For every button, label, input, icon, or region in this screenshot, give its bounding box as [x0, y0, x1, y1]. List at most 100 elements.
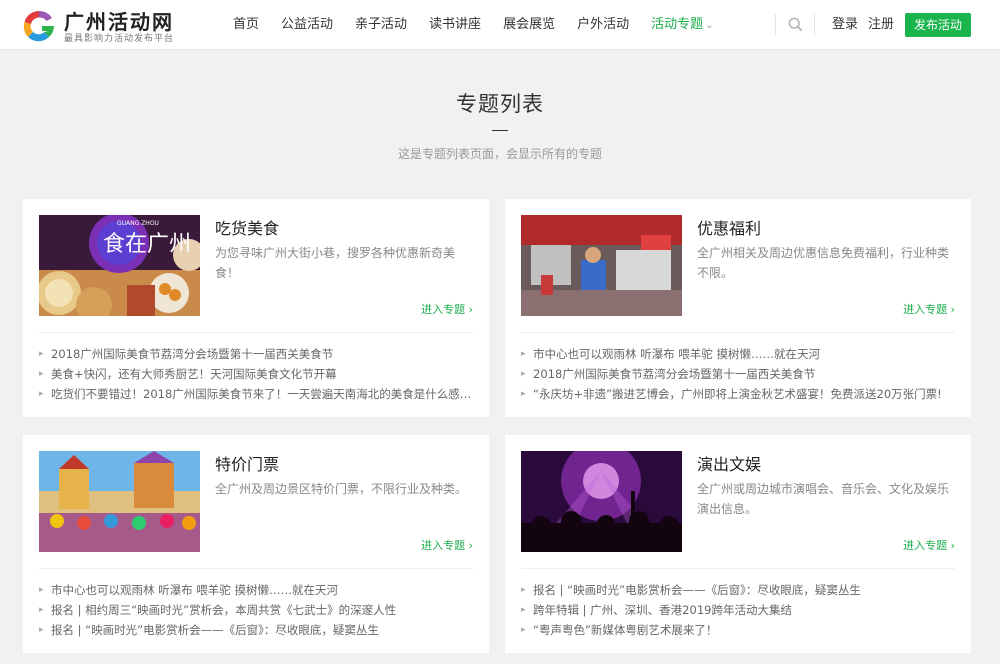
caret-right-icon: ▸ [39, 605, 44, 615]
list-item[interactable]: ▸ “粤声粤色”新媒体粤剧艺术展来了！ [521, 620, 955, 640]
nav-item-topics[interactable]: 活动专题 ⌄ [640, 0, 724, 50]
nav-item-outdoor[interactable]: 户外活动 [566, 0, 640, 50]
nav-item-topics-label: 活动专题 [651, 17, 704, 32]
topic-card-tickets: 特价门票 全广州及周边景区特价门票，不限行业及种类。 进入专题 › ▸ 市中心也可… [23, 435, 489, 653]
main-nav: 首页 公益活动 亲子活动 读书讲座 展会展览 户外活动 活动专题 ⌄ [222, 0, 725, 50]
food-photo: 食在广州 GUANG ZHOU [39, 215, 200, 316]
topic-description: 为您寻味广州大街小巷，搜罗各种优惠新奇美食！ [215, 246, 456, 280]
enter-topic-label: 进入专题 [421, 539, 466, 552]
caret-right-icon: ▸ [521, 349, 526, 359]
chevron-right-icon: › [950, 539, 955, 552]
topic-article-list: ▸ 市中心也可以观雨林 听瀑布 喂羊驼 摸树懒……就在天河 ▸ 报名 | 相约周三“… [39, 580, 473, 640]
list-item-text: 美食+快闪，还有大师秀厨艺！天河国际美食文化节开幕 [51, 367, 337, 381]
search-icon [788, 17, 803, 32]
topic-image-welfare[interactable] [521, 215, 682, 316]
list-item-text: 2018广州国际美食节荔湾分会场暨第十一届西关美食节 [533, 367, 816, 381]
register-link[interactable]: 注册 [868, 0, 894, 50]
enter-topic-link[interactable]: 进入专题 › [903, 537, 955, 553]
caret-right-icon: ▸ [521, 585, 526, 595]
list-item[interactable]: ▸ 吃货们不要错过！2018广州国际美食节来了！一天尝遍天南海北的美食是什么感觉.… [39, 384, 473, 404]
nav-item-exhibition[interactable]: 展会展览 [492, 0, 566, 50]
chevron-right-icon: › [468, 539, 473, 552]
topic-title[interactable]: 特价门票 [215, 451, 279, 475]
caret-right-icon: ▸ [39, 389, 44, 399]
shopping-photo [521, 215, 682, 316]
caret-right-icon: ▸ [521, 389, 526, 399]
enter-topic-link[interactable]: 进入专题 › [903, 301, 955, 317]
caret-right-icon: ▸ [521, 369, 526, 379]
list-item[interactable]: ▸ 报名 | “映画时光”电影赏析会——《后窗》：尽收眼底，疑窦丛生 [39, 620, 473, 640]
caret-right-icon: ▸ [521, 605, 526, 615]
topic-title[interactable]: 吃货美食 [215, 215, 279, 239]
card-divider [39, 332, 473, 333]
publish-event-button[interactable]: 发布活动 [905, 13, 971, 37]
topic-article-list: ▸ 市中心也可以观雨林 听瀑布 喂羊驼 摸树懒……就在天河 ▸ 2018广州国际美食… [521, 344, 955, 404]
list-item-text: 报名 | “映画时光”电影赏析会——《后窗》：尽收眼底，疑窦丛生 [533, 583, 861, 597]
concert-photo [521, 451, 682, 552]
list-item-text: 2018广州国际美食节荔湾分会场暨第十一届西关美食节 [51, 347, 334, 361]
caret-right-icon: ▸ [39, 349, 44, 359]
list-item[interactable]: ▸ 市中心也可以观雨林 听瀑布 喂羊驼 摸树懒……就在天河 [521, 344, 955, 364]
title-divider [492, 130, 508, 131]
login-link[interactable]: 登录 [832, 0, 858, 50]
topic-card-performance: 演出文娱 全广州或周边城市演唱会、音乐会、文化及娱乐演出信息。 进入专题 › ▸… [505, 435, 971, 653]
list-item[interactable]: ▸ 报名 | “映画时光”电影赏析会——《后窗》：尽收眼底，疑窦丛生 [521, 580, 955, 600]
nav-item-family[interactable]: 亲子活动 [344, 0, 418, 50]
list-item[interactable]: ▸ 跨年特辑 | 广州、深圳、香港2019跨年活动大集结 [521, 600, 955, 620]
theme-park-photo [39, 451, 200, 552]
page-head: 专题列表 这是专题列表页面，会显示所有的专题 [0, 88, 1000, 162]
enter-topic-label: 进入专题 [421, 303, 466, 316]
card-divider [39, 568, 473, 569]
list-item-text: 市中心也可以观雨林 听瀑布 喂羊驼 摸树懒……就在天河 [51, 583, 338, 597]
list-item-text: 报名 | 相约周三“映画时光”赏析会，本周共赏《七武士》的深邃人性 [51, 603, 397, 617]
caret-right-icon: ▸ [521, 625, 526, 635]
site-logo[interactable]: 广州活动网 最具影响力活动发布平台 [22, 7, 202, 44]
topic-article-list: ▸ 报名 | “映画时光”电影赏析会——《后窗》：尽收眼底，疑窦丛生 ▸ 跨年特辑 … [521, 580, 955, 640]
nav-item-home[interactable]: 首页 [222, 0, 270, 50]
list-item[interactable]: ▸ 2018广州国际美食节荔湾分会场暨第十一届西关美食节 [39, 344, 473, 364]
logo-slogan: 最具影响力活动发布平台 [64, 34, 175, 44]
list-item[interactable]: ▸ 美食+快闪，还有大师秀厨艺！天河国际美食文化节开幕 [39, 364, 473, 384]
chevron-down-icon: ⌄ [705, 20, 714, 31]
list-item-text: “永庆坊+非遗”搬进艺博会，广州即将上演金秋艺术盛宴！免费派送20万张门票! [533, 387, 942, 401]
logo-mark-icon [23, 10, 54, 42]
list-item-text: 报名 | “映画时光”电影赏析会——《后窗》：尽收眼底，疑窦丛生 [51, 623, 379, 637]
list-item-text: 市中心也可以观雨林 听瀑布 喂羊驼 摸树懒……就在天河 [533, 347, 820, 361]
food-image-caption: 食在广州 [103, 232, 191, 257]
topic-description: 全广州及周边景区特价门票，不限行业及种类。 [215, 482, 468, 496]
topic-title[interactable]: 演出文娱 [697, 451, 761, 475]
enter-topic-link[interactable]: 进入专题 › [421, 301, 473, 317]
caret-right-icon: ▸ [39, 625, 44, 635]
list-item[interactable]: ▸ “永庆坊+非遗”搬进艺博会，广州即将上演金秋艺术盛宴！免费派送20万张门票! [521, 384, 955, 404]
list-item[interactable]: ▸ 2018广州国际美食节荔湾分会场暨第十一届西关美食节 [521, 364, 955, 384]
chevron-right-icon: › [468, 303, 473, 316]
card-divider [521, 568, 955, 569]
food-image-caption-small: GUANG ZHOU [117, 220, 159, 227]
enter-topic-link[interactable]: 进入专题 › [421, 537, 473, 553]
topic-article-list: ▸ 2018广州国际美食节荔湾分会场暨第十一届西关美食节 ▸ 美食+快闪，还有大师秀… [39, 344, 473, 404]
page-title: 专题列表 [456, 92, 544, 116]
topic-title[interactable]: 优惠福利 [697, 215, 761, 239]
topic-image-performance[interactable] [521, 451, 682, 552]
topic-image-food[interactable]: 食在广州 GUANG ZHOU [39, 215, 200, 316]
list-item[interactable]: ▸ 报名 | 相约周三“映画时光”赏析会，本周共赏《七武士》的深邃人性 [39, 600, 473, 620]
topic-description: 全广州或周边城市演唱会、音乐会、文化及娱乐演出信息。 [697, 482, 950, 516]
topic-card-food: 食在广州 GUANG ZHOU 吃货美食 为您寻味广州大街小巷，搜罗各种优惠新奇… [23, 199, 489, 417]
nav-item-charity[interactable]: 公益活动 [270, 0, 344, 50]
list-item-text: 跨年特辑 | 广州、深圳、香港2019跨年活动大集结 [533, 603, 792, 617]
nav-item-reading[interactable]: 读书讲座 [418, 0, 492, 50]
list-item[interactable]: ▸ 市中心也可以观雨林 听瀑布 喂羊驼 摸树懒……就在天河 [39, 580, 473, 600]
caret-right-icon: ▸ [39, 369, 44, 379]
caret-right-icon: ▸ [39, 585, 44, 595]
page-description: 这是专题列表页面，会显示所有的专题 [397, 147, 602, 161]
enter-topic-label: 进入专题 [903, 539, 948, 552]
search-button[interactable] [775, 14, 815, 36]
list-item-text: 吃货们不要错过！2018广州国际美食节来了！一天尝遍天南海北的美食是什么感觉..… [51, 387, 473, 401]
topic-description: 全广州相关及周边优惠信息免费福利，行业种类不限。 [697, 246, 950, 280]
top-header: 广州活动网 最具影响力活动发布平台 首页 公益活动 亲子活动 读书讲座 展会展览… [0, 0, 1000, 50]
topic-card-welfare: 优惠福利 全广州相关及周边优惠信息免费福利，行业种类不限。 进入专题 › ▸ 市中… [505, 199, 971, 417]
chevron-right-icon: › [950, 303, 955, 316]
enter-topic-label: 进入专题 [903, 303, 948, 316]
topic-image-tickets[interactable] [39, 451, 200, 552]
card-divider [521, 332, 955, 333]
